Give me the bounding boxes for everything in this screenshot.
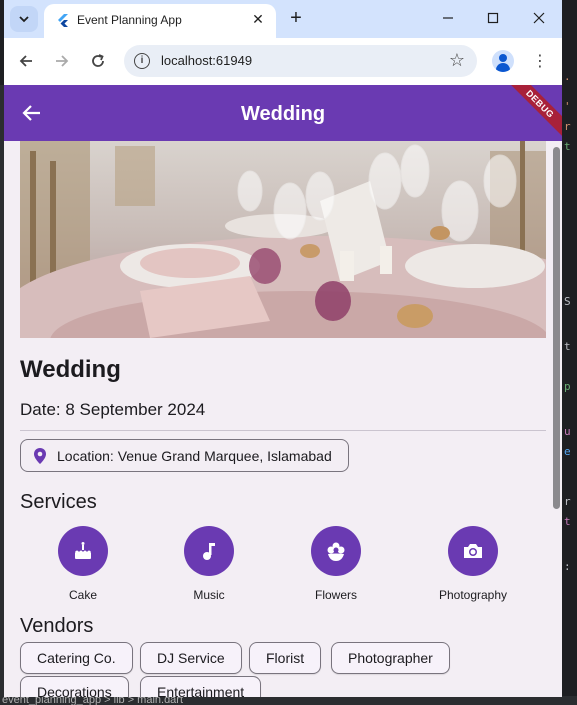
forward-nav-button[interactable]: [50, 49, 74, 73]
tab-event-planning-app[interactable]: Event Planning App ✕: [44, 4, 276, 38]
service-label: Photography: [438, 588, 508, 602]
vendor-chip-catering[interactable]: Catering Co.: [20, 642, 133, 674]
close-tab-icon[interactable]: ✕: [248, 9, 268, 29]
cake-icon: [58, 526, 108, 576]
arrow-right-icon: [56, 55, 69, 67]
close-icon: [533, 12, 545, 24]
event-hero-image: [20, 141, 546, 338]
back-nav-button[interactable]: [14, 49, 38, 73]
minimize-button[interactable]: [434, 6, 462, 30]
chevron-down-icon: [19, 16, 29, 23]
tab-search-button[interactable]: [10, 6, 38, 32]
minimize-icon: [443, 17, 453, 19]
close-window-button[interactable]: [525, 6, 553, 30]
person-icon: [499, 54, 507, 62]
location-chip[interactable]: Location: Venue Grand Marquee, Islamabad: [20, 439, 349, 472]
vendor-chip-photographer[interactable]: Photographer: [331, 642, 450, 674]
scrollbar-thumb[interactable]: [553, 147, 560, 509]
vendor-chip-dj-service[interactable]: DJ Service: [140, 642, 242, 674]
browser-menu-icon[interactable]: ⋮: [530, 50, 550, 72]
ide-breadcrumb: event_planning_app > lib > main.dart: [0, 696, 577, 705]
divider: [20, 430, 546, 431]
maximize-icon: [487, 12, 499, 24]
event-title: Wedding: [20, 356, 121, 383]
person-icon-body: [496, 63, 510, 72]
services-heading: Services: [20, 491, 97, 513]
service-label: Cake: [68, 588, 97, 602]
service-label: Music: [193, 588, 225, 602]
tab-strip: Event Planning App ✕ +: [4, 0, 562, 38]
music-note-icon: [184, 526, 234, 576]
app-bar: Wedding DEBUG: [4, 85, 562, 141]
vendor-chip-entertainment[interactable]: Entertainment: [140, 676, 262, 697]
location-pin-icon: [34, 447, 46, 464]
service-music[interactable]: Music: [164, 526, 254, 602]
address-bar[interactable]: i localhost:61949 ☆: [124, 45, 477, 77]
service-cake[interactable]: Cake: [38, 526, 128, 602]
url-text[interactable]: localhost:61949: [161, 53, 252, 68]
reload-icon: [92, 54, 104, 67]
browser-window: Event Planning App ✕ + i localhost:61949…: [4, 0, 562, 697]
service-flowers[interactable]: Flowers: [291, 526, 381, 602]
ide-background-code: . ' r t S t p u e r t :: [562, 40, 577, 690]
location-text: Location: Venue Grand Marquee, Islamabad: [57, 447, 332, 464]
wedding-table-photo: [20, 141, 546, 338]
service-label: Flowers: [314, 588, 357, 602]
bookmark-star-icon[interactable]: ☆: [449, 50, 465, 71]
service-photography[interactable]: Photography: [428, 526, 518, 602]
vendors-heading: Vendors: [20, 615, 94, 637]
vendor-chip-florist[interactable]: Florist: [249, 642, 322, 674]
browser-toolbar: i localhost:61949 ☆ ⋮: [4, 38, 562, 85]
app-bar-title: Wedding: [240, 103, 326, 125]
maximize-button[interactable]: [479, 6, 507, 30]
flutter-logo-icon: [58, 14, 68, 27]
camera-icon: [448, 526, 498, 576]
event-date: Date: 8 September 2024: [20, 400, 206, 419]
app-viewport: Wedding DEBUG Wedding Date: 8 September …: [4, 85, 562, 697]
reload-button[interactable]: [86, 49, 110, 73]
new-tab-button[interactable]: +: [284, 6, 308, 30]
event-details-scroll[interactable]: Wedding Date: 8 September 2024 Location:…: [4, 141, 562, 697]
arrow-left-icon: [19, 55, 32, 67]
vendor-chip-decorations[interactable]: Decorations: [20, 676, 129, 697]
flower-icon: [311, 526, 361, 576]
site-info-icon[interactable]: i: [134, 53, 150, 69]
profile-avatar[interactable]: [492, 50, 514, 72]
tab-title: Event Planning App: [77, 13, 182, 27]
